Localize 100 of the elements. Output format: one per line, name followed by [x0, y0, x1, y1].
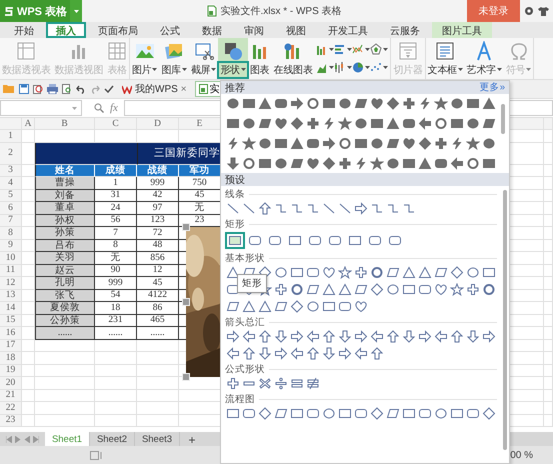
- heart-icon[interactable]: [434, 283, 448, 296]
- connector-icon[interactable]: [306, 202, 320, 215]
- ring-icon[interactable]: [370, 266, 384, 279]
- row-number[interactable]: 20: [0, 377, 22, 390]
- diamond-icon[interactable]: [258, 407, 272, 420]
- resize-handle[interactable]: [182, 298, 190, 306]
- parallelogram-icon[interactable]: [386, 407, 400, 420]
- grid-cell[interactable]: [137, 377, 179, 390]
- rounded-rectangle-icon[interactable]: [466, 407, 480, 420]
- grid-cell[interactable]: [544, 214, 553, 227]
- column-header[interactable]: E: [179, 118, 221, 130]
- row-number[interactable]: 14: [0, 302, 22, 314]
- arrow-icon[interactable]: [258, 347, 272, 360]
- grid-cell[interactable]: [137, 402, 179, 414]
- row-number[interactable]: 9: [0, 240, 22, 252]
- grid-cell[interactable]: [22, 402, 35, 414]
- grid-cell[interactable]: [544, 340, 553, 352]
- star-icon[interactable]: [338, 117, 352, 130]
- scrollbar-thumb[interactable]: [503, 190, 507, 450]
- rectangle-icon[interactable]: [450, 117, 464, 130]
- grid-cell[interactable]: [95, 340, 137, 352]
- ribbon-button[interactable]: 图表: [248, 38, 272, 79]
- grid-cell[interactable]: [35, 340, 95, 352]
- column-header[interactable]: A: [22, 118, 35, 130]
- row-number[interactable]: 2: [0, 142, 22, 164]
- grid-cell[interactable]: [544, 177, 553, 190]
- rounded-rectangle-icon[interactable]: [418, 283, 432, 296]
- grid-cell[interactable]: [137, 352, 179, 364]
- lightning-icon[interactable]: [354, 157, 368, 170]
- layout-icon[interactable]: [90, 450, 102, 460]
- triangle-icon[interactable]: [418, 266, 432, 279]
- rectangle-icon[interactable]: [228, 234, 242, 247]
- arrow-icon[interactable]: [306, 330, 320, 343]
- rectangle-icon[interactable]: [402, 407, 416, 420]
- grid-cell[interactable]: [95, 352, 137, 364]
- ring-icon[interactable]: [290, 283, 304, 296]
- arrow-icon[interactable]: [306, 347, 320, 360]
- circle-icon[interactable]: [466, 266, 480, 279]
- circle-icon[interactable]: [226, 97, 240, 110]
- function-button[interactable]: fx: [104, 102, 124, 114]
- triangle-icon[interactable]: [226, 266, 240, 279]
- rounded-rectangle-icon[interactable]: [274, 97, 288, 110]
- triangle-icon[interactable]: [482, 97, 496, 110]
- triangle-icon[interactable]: [338, 283, 352, 296]
- diamond-icon[interactable]: [482, 407, 496, 420]
- grid-cell[interactable]: [544, 164, 553, 177]
- row-number[interactable]: 5: [0, 190, 22, 202]
- arrow-icon[interactable]: [466, 330, 480, 343]
- triangle-icon[interactable]: [258, 300, 272, 313]
- rounded-rectangle-icon[interactable]: [418, 407, 432, 420]
- triangle-icon[interactable]: [258, 97, 272, 110]
- rectangle-icon[interactable]: [450, 407, 464, 420]
- grid-cell[interactable]: [544, 202, 553, 214]
- divide-icon[interactable]: [274, 377, 288, 390]
- grid-cell[interactable]: [35, 414, 95, 427]
- grid-cell[interactable]: [22, 377, 35, 390]
- grid-cell[interactable]: [22, 364, 35, 377]
- triangle-icon[interactable]: [322, 283, 336, 296]
- arrow-icon[interactable]: [258, 330, 272, 343]
- arrow-icon[interactable]: [338, 330, 352, 343]
- ribbon-button[interactable]: 图库: [159, 38, 189, 79]
- ribbon-tab[interactable]: 视图: [276, 22, 316, 38]
- plus-icon[interactable]: [402, 97, 416, 110]
- rounded-rectangle-icon[interactable]: [306, 266, 320, 279]
- ribbon-button[interactable]: 在线图表: [272, 38, 314, 79]
- ring-icon[interactable]: [482, 283, 496, 296]
- arrow-icon[interactable]: [322, 330, 336, 343]
- parallelogram-icon[interactable]: [306, 283, 320, 296]
- heart-icon[interactable]: [354, 300, 368, 313]
- grid-cell[interactable]: [544, 414, 553, 427]
- rounded-rectangle-icon[interactable]: [402, 117, 416, 130]
- diamond-icon[interactable]: [418, 137, 432, 150]
- arrow-icon[interactable]: [354, 330, 368, 343]
- grid-cell[interactable]: [544, 302, 553, 314]
- circle-icon[interactable]: [386, 283, 400, 296]
- rectangle-icon[interactable]: [354, 137, 368, 150]
- arrow-icon[interactable]: [290, 347, 304, 360]
- connector-icon[interactable]: [290, 202, 304, 215]
- print-icon[interactable]: [47, 84, 58, 94]
- rectangle-icon[interactable]: [258, 157, 272, 170]
- parallelogram-icon[interactable]: [354, 97, 368, 110]
- sheet-tab[interactable]: Sheet1: [45, 432, 90, 446]
- ribbon-button[interactable]: 截屏: [188, 38, 218, 79]
- arrow-icon[interactable]: [274, 330, 288, 343]
- connector-icon[interactable]: [386, 202, 400, 215]
- connector-icon[interactable]: [370, 202, 384, 215]
- lightning-icon[interactable]: [226, 137, 240, 150]
- arrow-icon[interactable]: [226, 347, 240, 360]
- plus-icon[interactable]: [226, 377, 240, 390]
- grid-cell[interactable]: [544, 327, 553, 340]
- ring-icon[interactable]: [338, 137, 352, 150]
- grid-cell[interactable]: [544, 277, 553, 290]
- rounded-rectangle-icon[interactable]: [268, 234, 282, 247]
- grid-cell[interactable]: [22, 414, 35, 427]
- star-icon[interactable]: [450, 283, 464, 296]
- row-number[interactable]: 11: [0, 264, 22, 277]
- rounded-rectangle-icon[interactable]: [226, 283, 240, 296]
- parallelogram-icon[interactable]: [434, 266, 448, 279]
- rectangle-icon[interactable]: [338, 407, 352, 420]
- row-number[interactable]: 6: [0, 202, 22, 214]
